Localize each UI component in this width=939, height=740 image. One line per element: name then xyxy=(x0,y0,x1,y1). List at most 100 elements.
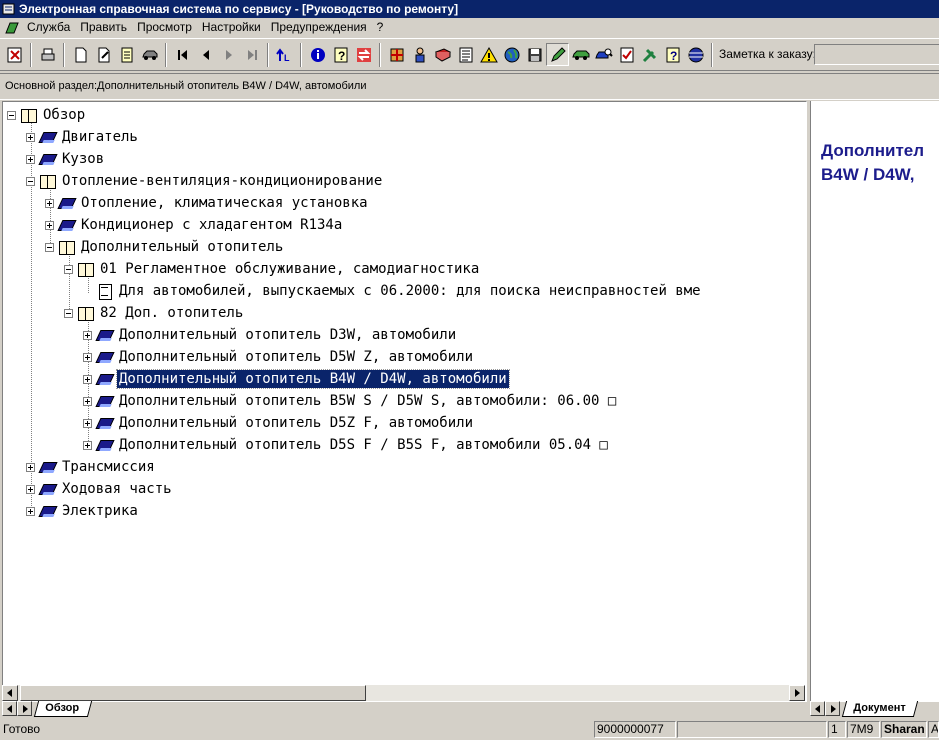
tree-item-b5w-d5w-s[interactable]: Дополнительный отопитель B5W S / D5W S, … xyxy=(83,390,618,412)
scroll-left-button[interactable] xyxy=(2,685,18,701)
expand-toggle[interactable] xyxy=(26,154,35,164)
car-search-button[interactable] xyxy=(592,43,615,66)
tree-item-document-2000[interactable]: Для автомобилей, выпускаемых с 06.2000: … xyxy=(96,280,703,302)
tree-root[interactable]: Обзор xyxy=(7,104,87,126)
tree-horizontal-scrollbar[interactable] xyxy=(2,685,805,701)
doc-tab-prev-button[interactable] xyxy=(810,701,825,716)
tree-item-d3w[interactable]: Дополнительный отопитель D3W, автомобили xyxy=(83,324,458,346)
collapse-toggle[interactable] xyxy=(64,308,73,318)
expand-toggle[interactable] xyxy=(45,198,54,208)
tree-item-electrics[interactable]: Электрика xyxy=(26,500,140,522)
car-search-icon xyxy=(594,48,613,58)
expand-toggle[interactable] xyxy=(83,330,92,340)
pencil-button[interactable] xyxy=(546,43,569,66)
warning-button[interactable] xyxy=(477,43,500,66)
collapse-toggle[interactable] xyxy=(64,264,73,274)
tree-item-heating-climate[interactable]: Отопление, климатическая установка xyxy=(45,192,370,214)
scroll-right-button[interactable] xyxy=(789,685,805,701)
components-button[interactable] xyxy=(385,43,408,66)
tree-item-transmission[interactable]: Трансмиссия xyxy=(26,456,157,478)
tree-item-air-conditioner[interactable]: Кондиционер с хладагентом R134a xyxy=(45,214,344,236)
last-page-icon xyxy=(247,49,257,60)
tree-item-d5z-f[interactable]: Дополнительный отопитель D5Z F, автомоби… xyxy=(83,412,475,434)
open-book-icon xyxy=(20,107,38,123)
tab-prev-button[interactable] xyxy=(2,701,17,716)
closed-book-icon xyxy=(96,415,114,431)
status-model: Sharan xyxy=(881,721,927,738)
tab-next-button[interactable] xyxy=(17,701,32,716)
list-button[interactable] xyxy=(454,43,477,66)
car-green-button[interactable] xyxy=(569,43,592,66)
back-link-button[interactable]: L xyxy=(273,43,296,66)
tree-label: Кузов xyxy=(62,151,105,167)
car-button[interactable] xyxy=(138,43,161,66)
tree-item-d5s-b5s-f[interactable]: Дополнительный отопитель D5S F / B5S F, … xyxy=(83,434,610,456)
last-page-button[interactable] xyxy=(240,43,263,66)
menu-service[interactable]: Служба xyxy=(22,18,75,37)
new-document-button[interactable] xyxy=(69,43,92,66)
closed-book-icon xyxy=(39,129,57,145)
tree-item-body[interactable]: Кузов xyxy=(26,148,106,170)
tree-item-aux-heater-82[interactable]: 82 Доп. отопитель xyxy=(64,302,245,324)
book-red-icon xyxy=(434,47,451,62)
collapse-toggle[interactable] xyxy=(45,242,54,252)
sphere-button[interactable] xyxy=(684,43,707,66)
globe-button[interactable] xyxy=(500,43,523,66)
print-button[interactable] xyxy=(36,43,59,66)
tree-item-b4w-d4w[interactable]: Дополнительный отопитель B4W / D4W, авто… xyxy=(83,368,510,390)
tools-button[interactable] xyxy=(638,43,661,66)
edit-document-button[interactable] xyxy=(92,43,115,66)
collapse-toggle[interactable] xyxy=(7,110,16,120)
arrow-left-icon xyxy=(7,689,12,697)
menu-edit[interactable]: Править xyxy=(75,18,132,37)
next-button[interactable] xyxy=(217,43,240,66)
tree-item-aux-heater[interactable]: Дополнительный отопитель xyxy=(45,236,285,258)
app-icon xyxy=(2,2,16,16)
expand-toggle[interactable] xyxy=(26,462,35,472)
closed-book-icon xyxy=(58,195,76,211)
expand-toggle[interactable] xyxy=(26,506,35,516)
tree-item-d5w-z[interactable]: Дополнительный отопитель D5W Z, автомоби… xyxy=(83,346,475,368)
order-note-field[interactable] xyxy=(814,44,939,65)
info-button[interactable] xyxy=(306,43,329,66)
expand-toggle[interactable] xyxy=(83,352,92,362)
menu-view[interactable]: Просмотр xyxy=(132,18,197,37)
disk-button[interactable] xyxy=(523,43,546,66)
scroll-thumb[interactable] xyxy=(20,685,366,701)
expand-toggle[interactable] xyxy=(26,484,35,494)
tree-item-hvac[interactable]: Отопление-вентиляция-кондиционирование xyxy=(26,170,384,192)
help-page-button[interactable]: ? xyxy=(661,43,684,66)
tree-label: 01 Регламентное обслуживание, самодиагно… xyxy=(100,261,480,277)
menu-warnings[interactable]: Предупреждения xyxy=(266,18,372,37)
collapse-toggle[interactable] xyxy=(26,176,35,186)
components-icon xyxy=(390,48,403,61)
notes-button[interactable] xyxy=(115,43,138,66)
help-button[interactable]: ? xyxy=(329,43,352,66)
exit-button[interactable] xyxy=(3,43,26,66)
closed-book-icon xyxy=(96,371,114,387)
arrow-right-icon xyxy=(795,689,800,697)
expand-toggle[interactable] xyxy=(26,132,35,142)
warning-icon xyxy=(479,46,498,62)
expand-toggle[interactable] xyxy=(83,374,92,384)
book-red-button[interactable] xyxy=(431,43,454,66)
swap-button[interactable] xyxy=(352,43,375,66)
tree-item-chassis[interactable]: Ходовая часть xyxy=(26,478,174,500)
doc-tab-next-button[interactable] xyxy=(825,701,840,716)
menu-settings[interactable]: Настройки xyxy=(197,18,266,37)
tab-document[interactable]: Документ xyxy=(841,701,919,717)
expand-toggle[interactable] xyxy=(45,220,54,230)
checklist-button[interactable] xyxy=(615,43,638,66)
expand-toggle[interactable] xyxy=(83,396,92,406)
menu-help[interactable]: ? xyxy=(372,18,389,37)
tree-item-engine[interactable]: Двигатель xyxy=(26,126,140,148)
expand-toggle[interactable] xyxy=(83,440,92,450)
tree-item-maintenance[interactable]: 01 Регламентное обслуживание, самодиагно… xyxy=(64,258,481,280)
expand-toggle[interactable] xyxy=(83,418,92,428)
tree-label: Дополнительный отопитель D5S F / B5S F, … xyxy=(119,437,608,453)
closed-book-icon xyxy=(39,481,57,497)
first-page-button[interactable] xyxy=(171,43,194,66)
tab-overview[interactable]: Обзор xyxy=(33,701,92,717)
mechanic-button[interactable] xyxy=(408,43,431,66)
previous-button[interactable] xyxy=(194,43,217,66)
